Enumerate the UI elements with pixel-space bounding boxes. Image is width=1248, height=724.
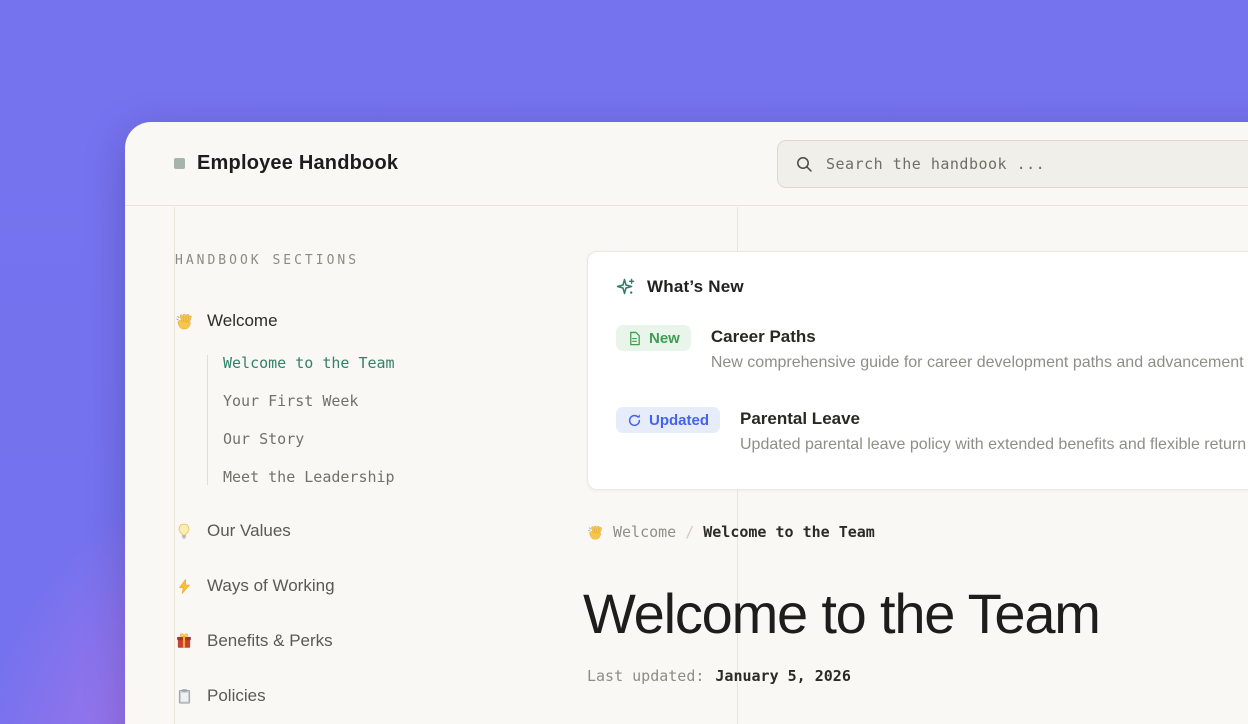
last-updated-label: Last updated: (587, 667, 704, 685)
sparkles-icon (616, 277, 636, 297)
brand: Employee Handbook (174, 152, 398, 175)
app-window: Employee Handbook HANDBOOK SECTIONS (125, 122, 1248, 724)
whats-new-card: What’s New New Career Paths New comprehe… (587, 251, 1248, 490)
breadcrumb-section[interactable]: Welcome (613, 523, 676, 541)
whats-new-title: What’s New (647, 277, 744, 297)
breadcrumb-page: Welcome to the Team (703, 523, 875, 541)
lightbulb-icon (174, 522, 194, 540)
app-title: Employee Handbook (197, 152, 398, 175)
search-bar[interactable] (777, 140, 1248, 188)
lightning-icon (174, 578, 194, 595)
whats-new-item-title: Parental Leave (740, 407, 1246, 429)
clipboard-icon (174, 688, 194, 705)
whats-new-item-text: Parental Leave Updated parental leave po… (740, 407, 1246, 454)
badge-new: New (616, 325, 691, 351)
whats-new-item-parental-leave[interactable]: Updated Parental Leave Updated parental … (616, 407, 1248, 454)
whats-new-item-text: Career Paths New comprehensive guide for… (711, 325, 1244, 372)
gift-icon (174, 632, 194, 650)
refresh-icon (627, 413, 642, 428)
sidebar-item-label: Benefits & Perks (207, 631, 333, 651)
sidebar-item-label: Our Values (207, 521, 291, 541)
badge-label: New (649, 330, 680, 347)
page-title: Welcome to the Team (583, 581, 1100, 646)
whats-new-item-description: Updated parental leave policy with exten… (740, 436, 1246, 454)
document-icon (627, 331, 642, 346)
sidebar-item-policies[interactable]: Policies (174, 683, 729, 709)
whats-new-item-title: Career Paths (711, 325, 1244, 347)
badge-updated: Updated (616, 407, 720, 433)
last-updated-value: January 5, 2026 (715, 667, 850, 685)
breadcrumb: Welcome / Welcome to the Team (587, 523, 875, 541)
whats-new-item-career-paths[interactable]: New Career Paths New comprehensive guide… (616, 325, 1248, 372)
whats-new-header: What’s New (616, 277, 1248, 297)
search-input[interactable] (826, 155, 1248, 173)
badge-label: Updated (649, 412, 709, 429)
wave-icon (587, 524, 604, 541)
wave-icon (174, 312, 194, 331)
logo-square-icon (174, 158, 185, 169)
sidebar-item-label: Ways of Working (207, 576, 335, 596)
search-icon (795, 155, 813, 173)
sidebar-item-label: Policies (207, 686, 266, 706)
whats-new-item-description: New comprehensive guide for career devel… (711, 354, 1244, 372)
breadcrumb-separator: / (685, 523, 694, 541)
last-updated: Last updated: January 5, 2026 (587, 667, 851, 685)
header: Employee Handbook (125, 122, 1248, 206)
sidebar-item-label: Welcome (207, 311, 278, 331)
